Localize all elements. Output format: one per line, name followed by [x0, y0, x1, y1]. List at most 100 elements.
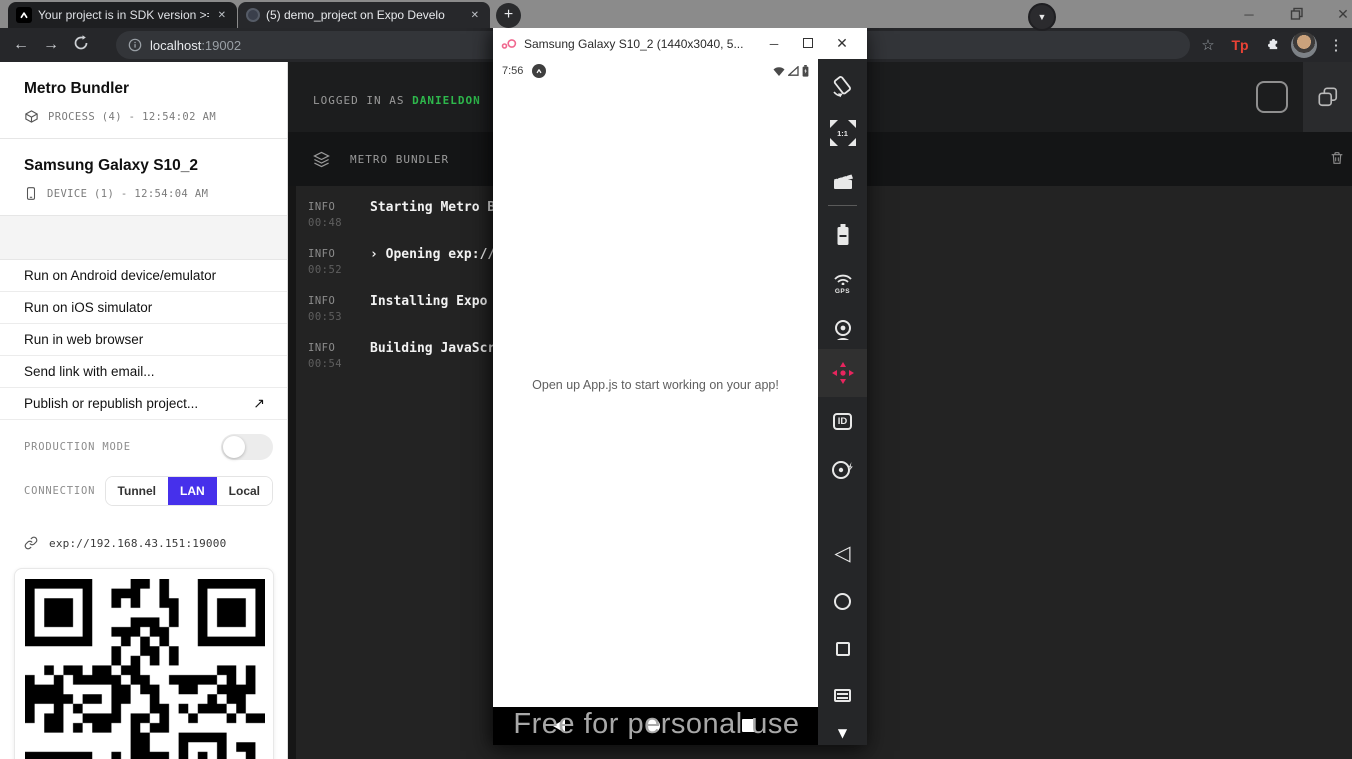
logged-in-prefix: LOGGED IN AS — [313, 94, 413, 107]
disc-flash-icon[interactable] — [818, 446, 867, 494]
phone-display[interactable]: 7:56 Open up App.js to start working on … — [493, 59, 818, 745]
action-run-web[interactable]: Run in web browser — [0, 324, 287, 356]
tp-extension-icon[interactable]: Tp — [1224, 37, 1256, 53]
battery-control-icon[interactable] — [818, 211, 867, 259]
action-run-ios[interactable]: Run on iOS simulator — [0, 292, 287, 324]
username: DANIELDON — [412, 94, 481, 107]
device-meta: DEVICE (1) - 12:54:04 AM — [47, 187, 209, 200]
single-layout-button[interactable] — [1256, 81, 1288, 113]
action-publish[interactable]: Publish or republish project... ↗ — [0, 388, 287, 420]
window-close-button[interactable]: ✕ — [1326, 0, 1352, 28]
process-meta: PROCESS (4) - 12:54:02 AM — [48, 110, 217, 123]
maximize-icon — [803, 37, 813, 48]
log-time: 00:52 — [308, 264, 343, 276]
signal-icon — [788, 65, 799, 76]
browser-tab-strip: Your project is in SDK version >= ✕ (5) … — [0, 0, 1352, 31]
device-section[interactable]: Samsung Galaxy S10_2 DEVICE (1) - 12:54:… — [0, 139, 287, 216]
devtools-sidebar: Metro Bundler PROCESS (4) - 12:54:02 AM … — [0, 62, 288, 759]
emulator-close-button[interactable]: ✕ — [825, 35, 859, 52]
status-time: 7:56 — [502, 64, 524, 77]
back-button[interactable]: ← — [6, 36, 36, 54]
action-label: Publish or republish project... — [24, 396, 199, 411]
app-message: Open up App.js to start working on your … — [532, 378, 779, 392]
action-label: Run on iOS simulator — [24, 300, 153, 315]
emulator-title: Samsung Galaxy S10_2 (1440x3040, 5... — [524, 36, 744, 51]
browser-menu-icon[interactable]: ⋮ — [1320, 36, 1352, 54]
android-recents-button[interactable] — [818, 625, 867, 673]
tab-title: (5) demo_project on Expo Develo — [266, 8, 445, 22]
gps-control-icon[interactable]: GPS — [818, 259, 867, 307]
app-screen[interactable]: Open up App.js to start working on your … — [493, 82, 818, 707]
screen-recorder-widget[interactable]: ▼ — [1028, 3, 1056, 31]
window-restore-button[interactable] — [1280, 0, 1314, 28]
info-icon — [128, 38, 142, 52]
url-host: localhost — [150, 37, 202, 53]
android-back-button[interactable]: ◁ — [818, 529, 867, 577]
emulator-toolbar: 1:1 GPS ID ◁ ▼ — [818, 59, 867, 745]
android-nav-bar: Free for personal use — [493, 707, 818, 745]
bundler-title: METRO BUNDLER — [350, 152, 450, 166]
url-port: :19002 — [201, 37, 242, 53]
tab-close-icon[interactable]: ✕ — [468, 10, 482, 21]
layers-icon — [313, 151, 330, 167]
qr-card — [14, 568, 274, 759]
toolbar-right: ☆ Tp ⋮ — [1192, 28, 1352, 62]
toolbar-divider — [828, 205, 857, 206]
log-level: INFO — [308, 201, 336, 213]
android-status-bar: 7:56 — [493, 59, 818, 82]
action-run-android[interactable]: Run on Android device/emulator — [0, 260, 287, 292]
production-mode-toggle[interactable] — [221, 434, 273, 460]
process-title: Metro Bundler — [24, 80, 130, 97]
devtools-favicon-icon — [246, 8, 260, 22]
genymotion-logo-icon — [501, 38, 517, 49]
device-title: Samsung Galaxy S10_2 — [24, 157, 199, 174]
device-id-icon[interactable]: ID — [818, 397, 867, 445]
screencast-icon[interactable] — [818, 157, 867, 205]
dpad-control-icon[interactable] — [818, 349, 867, 397]
multi-layout-button[interactable] — [1303, 62, 1352, 132]
logged-in-status: LOGGED IN AS DANIELDON — [313, 94, 481, 107]
sidebar-spacer — [0, 216, 287, 260]
connection-option-tunnel[interactable]: Tunnel — [105, 477, 168, 505]
tab-expo-sdk-warning[interactable]: Your project is in SDK version >= ✕ — [8, 2, 237, 28]
emulator-titlebar[interactable]: Samsung Galaxy S10_2 (1440x3040, 5... ─ … — [493, 28, 867, 59]
camera-control-icon[interactable] — [818, 307, 867, 355]
action-label: Run in web browser — [24, 332, 144, 347]
toggle-knob — [223, 436, 245, 458]
reload-button[interactable] — [66, 34, 96, 56]
expo-notification-icon — [532, 63, 547, 78]
android-home-button[interactable] — [818, 577, 867, 625]
tab-title: Your project is in SDK version >= — [38, 8, 209, 22]
exp-url[interactable]: exp://192.168.43.151:19000 — [49, 537, 226, 550]
emulator-minimize-button[interactable]: ─ — [757, 37, 791, 51]
clear-logs-button[interactable] — [1329, 149, 1345, 172]
caret-down-icon: ▼ — [1037, 12, 1047, 22]
connection-option-lan[interactable]: LAN — [167, 477, 217, 505]
action-label: Send link with email... — [24, 364, 155, 379]
more-options-button[interactable]: ▼ — [818, 709, 867, 757]
process-section[interactable]: Metro Bundler PROCESS (4) - 12:54:02 AM — [0, 62, 287, 139]
connection-option-local[interactable]: Local — [216, 477, 272, 505]
package-icon — [25, 110, 38, 123]
forward-button[interactable]: → — [36, 36, 66, 54]
production-mode-label: PRODUCTION MODE — [24, 441, 131, 453]
link-icon — [24, 536, 38, 550]
new-tab-button[interactable]: + — [496, 3, 521, 28]
tab-expo-devtools[interactable]: (5) demo_project on Expo Develo ✕ — [238, 2, 490, 28]
extensions-puzzle-icon[interactable] — [1256, 36, 1288, 55]
log-time: 00:53 — [308, 311, 343, 323]
fit-to-scale-icon[interactable]: 1:1 — [818, 109, 867, 157]
screen: Your project is in SDK version >= ✕ (5) … — [0, 0, 1352, 759]
action-send-email[interactable]: Send link with email... — [0, 356, 287, 388]
profile-avatar[interactable] — [1291, 32, 1317, 58]
trash-icon — [1331, 152, 1343, 164]
log-level: INFO — [308, 248, 336, 260]
battery-icon — [802, 64, 809, 77]
emulator-maximize-button[interactable] — [791, 37, 825, 51]
bookmark-star-icon[interactable]: ☆ — [1192, 36, 1224, 54]
log-time: 00:54 — [308, 358, 343, 370]
log-time: 00:48 — [308, 217, 343, 229]
window-minimize-button[interactable]: ─ — [1232, 0, 1266, 28]
tab-close-icon[interactable]: ✕ — [215, 10, 229, 21]
rotate-device-icon[interactable] — [818, 62, 867, 110]
